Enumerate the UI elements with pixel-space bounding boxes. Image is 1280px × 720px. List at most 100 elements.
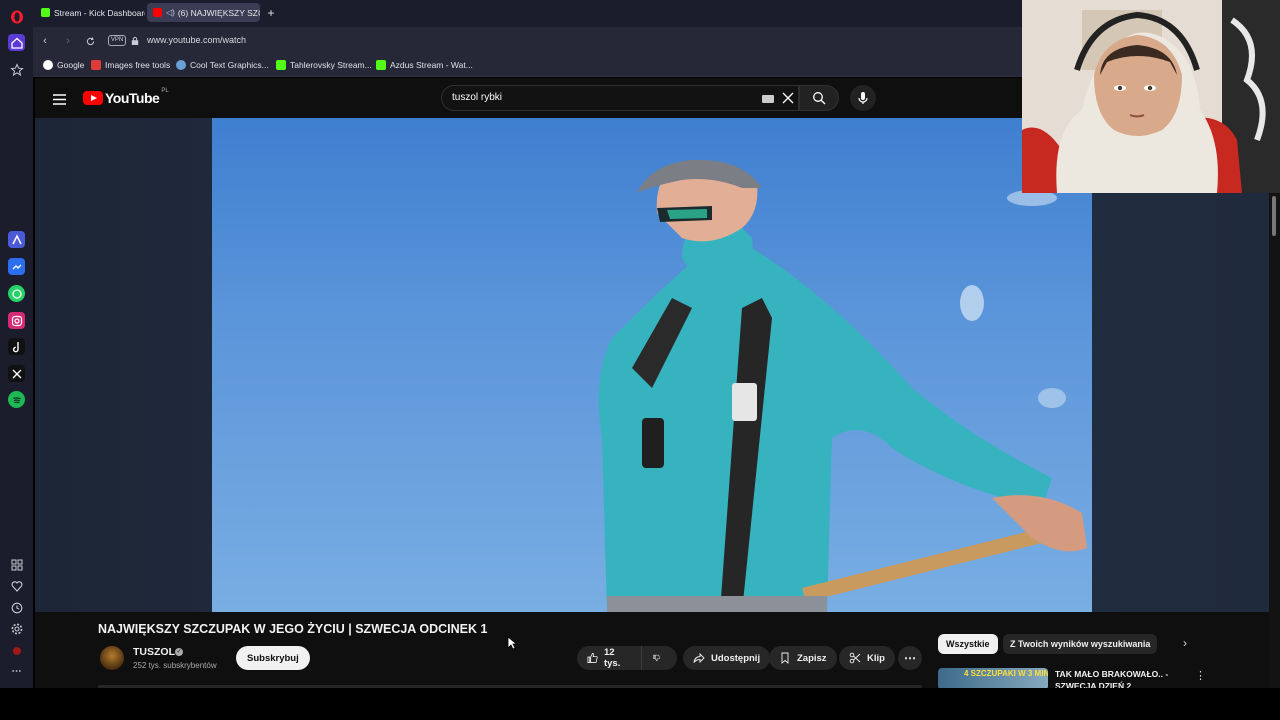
youtube-play-icon bbox=[83, 91, 103, 105]
bookmark-azdus[interactable]: Azdus Stream - Wat... bbox=[376, 60, 473, 70]
keyboard-icon[interactable] bbox=[762, 95, 774, 103]
clear-search-icon[interactable] bbox=[782, 91, 794, 109]
opera-logo-icon[interactable] bbox=[8, 8, 25, 25]
bookmark-cool-text[interactable]: Cool Text Graphics... bbox=[176, 60, 269, 70]
home-icon[interactable] bbox=[8, 34, 25, 51]
verified-icon: ✓ bbox=[175, 648, 183, 656]
address-bar: ‹ › VPN www.youtube.com/watch bbox=[33, 27, 1022, 55]
tab-label: Stream - Kick Dashboard bbox=[54, 7, 145, 18]
save-button[interactable]: Zapisz bbox=[769, 646, 837, 670]
bookmark-images-free-tools[interactable]: Images free tools bbox=[91, 60, 170, 70]
tiktok-icon[interactable] bbox=[8, 338, 25, 355]
youtube-wordmark: YouTube bbox=[105, 90, 160, 106]
cooltext-icon bbox=[176, 60, 186, 70]
subscriber-count: 252 tys. subskrybentów bbox=[133, 661, 217, 670]
bookmarks-bar: Google Images free tools Cool Text Graph… bbox=[33, 55, 1022, 77]
tab-bar: Stream - Kick Dashboard ◁) (6) NAJWIĘKSZ… bbox=[33, 0, 1022, 27]
heart-icon[interactable] bbox=[8, 577, 25, 594]
url-field[interactable]: www.youtube.com/watch bbox=[147, 35, 246, 45]
clip-button[interactable]: Klip bbox=[839, 646, 895, 670]
subscribe-button[interactable]: Subskrybuj bbox=[236, 646, 310, 670]
youtube-logo[interactable]: YouTube PL bbox=[83, 88, 169, 106]
bottom-bar bbox=[0, 688, 1280, 720]
like-button[interactable]: 12 tys. bbox=[577, 646, 641, 670]
settings-gear-icon[interactable] bbox=[8, 620, 25, 637]
x-twitter-icon[interactable] bbox=[8, 365, 25, 382]
bookmark-label: Images free tools bbox=[105, 60, 171, 70]
recommended-title[interactable]: TAK MAŁO BRAKOWAŁO.. - SZWECJA DZIEŃ 2 bbox=[1055, 668, 1195, 688]
region-code: PL bbox=[161, 88, 169, 94]
share-label: Udostępnij bbox=[711, 652, 761, 664]
hamburger-menu-icon[interactable] bbox=[53, 92, 66, 110]
thumbnail-text: 4 SZCZUPAKI W 3 MINUTY! bbox=[964, 669, 1048, 678]
video-frame-fisherman bbox=[598, 159, 1087, 612]
chip-from-search[interactable]: Z Twoich wyników wyszukiwania bbox=[1003, 634, 1158, 654]
extensions-icon[interactable] bbox=[8, 556, 25, 573]
bookmark-icon bbox=[781, 652, 789, 664]
share-icon bbox=[693, 652, 705, 664]
opera-sidebar: ⋯ bbox=[0, 0, 33, 688]
mouse-cursor-icon bbox=[507, 636, 518, 655]
thumbs-up-icon bbox=[587, 653, 598, 663]
like-count: 12 tys. bbox=[603, 647, 621, 669]
bookmark-label: Google bbox=[57, 60, 85, 70]
streamer-webcam-image bbox=[1022, 0, 1280, 193]
save-label: Zapisz bbox=[797, 652, 827, 664]
aria-icon[interactable] bbox=[8, 231, 25, 248]
forward-icon[interactable]: › bbox=[61, 34, 75, 48]
video-info-section: NAJWIĘKSZY SZCZUPAK W JEGO ŻYCIU | SZWEC… bbox=[35, 612, 1280, 688]
speaker-icon[interactable]: ◁) bbox=[166, 8, 175, 17]
voice-search-button[interactable] bbox=[850, 85, 876, 111]
tab-label: (6) NAJWIĘKSZY SZCZ bbox=[177, 7, 260, 18]
history-icon[interactable] bbox=[8, 599, 25, 616]
bookmark-label: Azdus Stream - Wat... bbox=[390, 60, 473, 70]
youtube-icon bbox=[153, 8, 162, 17]
search-icon bbox=[813, 92, 826, 105]
channel-avatar[interactable] bbox=[100, 646, 124, 670]
ublock-icon[interactable] bbox=[8, 642, 25, 659]
whatsapp-icon[interactable] bbox=[8, 285, 25, 302]
bookmark-label: Cool Text Graphics... bbox=[190, 60, 269, 70]
lock-icon[interactable] bbox=[130, 35, 140, 47]
tab-kick-dashboard[interactable]: Stream - Kick Dashboard bbox=[35, 3, 145, 22]
scissors-icon bbox=[849, 652, 861, 664]
bookmark-google[interactable]: Google bbox=[43, 60, 84, 70]
tab-youtube-video[interactable]: ◁) (6) NAJWIĘKSZY SZCZ bbox=[147, 3, 260, 22]
video-player[interactable] bbox=[212, 118, 1092, 612]
back-icon[interactable]: ‹ bbox=[38, 34, 52, 48]
reload-icon[interactable] bbox=[83, 34, 97, 48]
images-icon bbox=[91, 60, 101, 70]
more-icon[interactable]: ⋯ bbox=[8, 663, 25, 680]
kick-icon bbox=[376, 60, 386, 70]
clip-label: Klip bbox=[867, 652, 885, 664]
spotify-icon[interactable] bbox=[8, 391, 25, 408]
new-tab-button[interactable]: + bbox=[263, 3, 279, 22]
star-icon[interactable] bbox=[8, 61, 25, 78]
screen: ⋯ Stream - Kick Dashboard ◁) (6) NAJWIĘK… bbox=[0, 0, 1280, 720]
video-title: NAJWIĘKSZY SZCZUPAK W JEGO ŻYCIU | SZWEC… bbox=[98, 622, 488, 636]
chevron-right-icon[interactable]: › bbox=[1183, 636, 1187, 650]
page-scrollbar[interactable] bbox=[1269, 193, 1280, 688]
bookmark-label: Tahlerovsky Stream... bbox=[290, 60, 372, 70]
messenger-icon[interactable] bbox=[8, 258, 25, 275]
more-actions-button[interactable]: ⋯ bbox=[898, 646, 922, 670]
microphone-icon bbox=[858, 92, 868, 104]
recommended-menu-icon[interactable]: ⋮ bbox=[1195, 669, 1206, 682]
search-box bbox=[441, 85, 799, 111]
search-input[interactable] bbox=[452, 92, 752, 103]
search-button[interactable] bbox=[799, 85, 839, 111]
webcam-overlay bbox=[1022, 0, 1280, 193]
vpn-badge[interactable]: VPN bbox=[108, 35, 126, 46]
thumbs-down-icon bbox=[653, 654, 660, 662]
kick-icon bbox=[276, 60, 286, 70]
share-button[interactable]: Udostępnij bbox=[683, 646, 771, 670]
channel-name[interactable]: TUSZOL bbox=[133, 646, 175, 658]
bookmark-tahlerovsky[interactable]: Tahlerovsky Stream... bbox=[276, 60, 372, 70]
chip-all[interactable]: Wszystkie bbox=[938, 634, 998, 654]
recommended-thumbnail[interactable]: 4 SZCZUPAKI W 3 MINUTY! bbox=[938, 668, 1048, 688]
kick-icon bbox=[41, 8, 50, 17]
instagram-icon[interactable] bbox=[8, 312, 25, 329]
scrollbar-thumb[interactable] bbox=[1272, 196, 1276, 236]
dislike-button[interactable] bbox=[641, 646, 677, 670]
google-icon bbox=[43, 60, 53, 70]
